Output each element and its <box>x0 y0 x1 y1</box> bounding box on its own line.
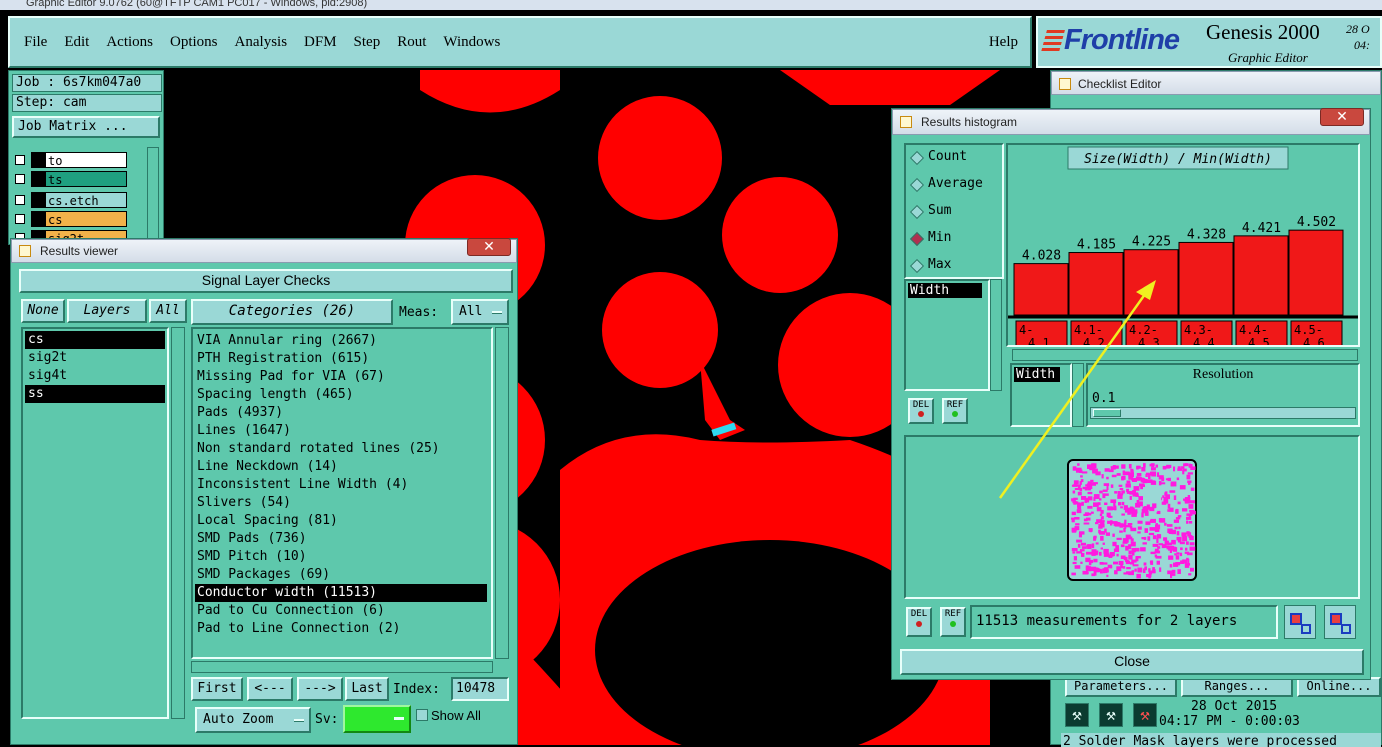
annotation-arrow <box>998 280 1156 499</box>
